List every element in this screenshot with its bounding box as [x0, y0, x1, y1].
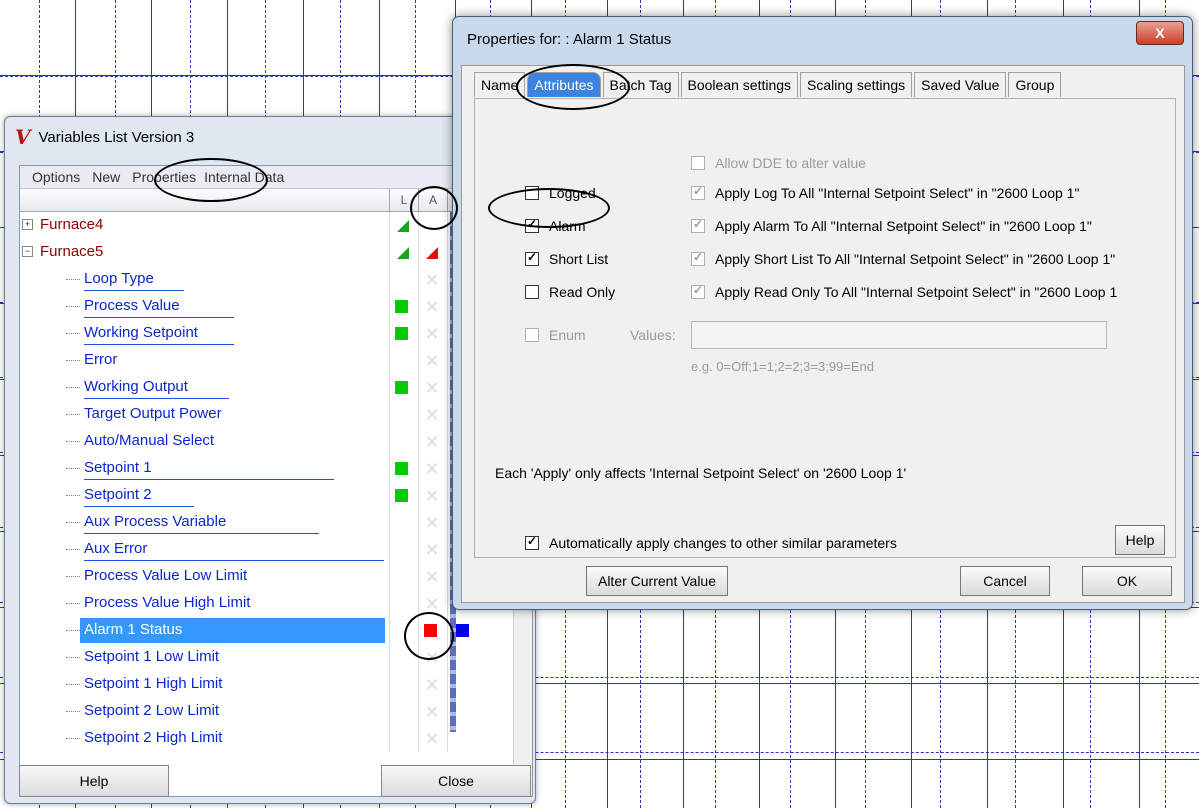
tab-boolean-settings[interactable]: Boolean settings: [680, 72, 799, 97]
alter-current-value-button[interactable]: Alter Current Value: [586, 566, 728, 596]
disabled-x-icon: ✕: [424, 567, 440, 587]
list-item[interactable]: Setpoint 2 ✕: [20, 482, 512, 509]
menu-options[interactable]: Options: [32, 169, 80, 185]
annotation-ring: [488, 188, 610, 228]
annotation-ring: [404, 612, 454, 660]
disabled-x-icon: ✕: [424, 324, 440, 344]
list-item[interactable]: Auto/Manual Select ✕: [20, 428, 512, 455]
tab-saved-value[interactable]: Saved Value: [914, 72, 1007, 97]
logged-on-indicator[interactable]: [395, 327, 408, 340]
disabled-x-icon: ✕: [424, 540, 440, 560]
close-icon[interactable]: X: [1136, 21, 1184, 45]
short-list-checkbox[interactable]: Short List: [525, 250, 608, 267]
list-item[interactable]: Error ✕: [20, 347, 512, 374]
menu-new[interactable]: New: [92, 169, 120, 185]
window-title: Variables List Version 3: [38, 128, 195, 146]
variables-tree: + Furnace4 − Furnace5 Loop Type ✕ Proces…: [20, 212, 512, 752]
close-button[interactable]: Close: [381, 765, 531, 797]
list-item[interactable]: Process Value ✕: [20, 293, 512, 320]
alarm-indicator-icon: [426, 247, 438, 259]
list-item[interactable]: Aux Error ✕: [20, 536, 512, 563]
disabled-x-icon: ✕: [424, 459, 440, 479]
apply-short-list-checkbox[interactable]: Apply Short List To All "Internal Setpoi…: [691, 250, 1115, 267]
list-item[interactable]: Loop Type ✕: [20, 266, 512, 293]
group-label: Furnace5: [40, 243, 104, 260]
apply-alarm-checkbox[interactable]: Apply Alarm To All "Internal Setpoint Se…: [691, 217, 1092, 234]
annotation-ring: [516, 64, 630, 110]
tree-group-furnace5[interactable]: − Furnace5: [20, 239, 512, 266]
logged-on-indicator[interactable]: [395, 381, 408, 394]
tab-scaling-settings[interactable]: Scaling settings: [800, 72, 913, 97]
enum-checkbox[interactable]: Enum: [525, 327, 586, 343]
disabled-x-icon: ✕: [424, 729, 440, 749]
disabled-x-icon: ✕: [424, 594, 440, 614]
dialog-body: Name Attributes Batch Tag Boolean settin…: [461, 65, 1185, 603]
disabled-x-icon: ✕: [424, 702, 440, 722]
collapse-icon[interactable]: −: [22, 246, 33, 257]
expand-icon[interactable]: +: [22, 219, 33, 230]
list-item[interactable]: Working Setpoint ✕: [20, 320, 512, 347]
logged-on-indicator[interactable]: [395, 462, 408, 475]
app-logo-icon: V: [15, 125, 31, 149]
logged-indicator-icon: [397, 220, 409, 232]
disabled-x-icon: ✕: [424, 405, 440, 425]
apply-log-checkbox[interactable]: Apply Log To All "Internal Setpoint Sele…: [691, 184, 1079, 201]
values-label: Values:: [630, 327, 676, 343]
list-item[interactable]: Setpoint 2 Low Limit ✕: [20, 698, 512, 725]
help-button[interactable]: Help: [19, 765, 169, 797]
annotation-ring: [154, 158, 268, 202]
values-hint: e.g. 0=Off;1=1;2=2;3=3;99=End: [691, 359, 875, 374]
variables-button-bar: Help Close: [19, 765, 531, 797]
read-only-checkbox[interactable]: Read Only: [525, 284, 615, 300]
disabled-x-icon: ✕: [424, 513, 440, 533]
disabled-x-icon: ✕: [424, 675, 440, 695]
ok-button[interactable]: OK: [1082, 566, 1172, 596]
list-item[interactable]: Working Output ✕: [20, 374, 512, 401]
attributes-panel: Allow DDE to alter value Logged Apply Lo…: [474, 98, 1176, 558]
logged-on-indicator[interactable]: [395, 489, 408, 502]
apply-note: Each 'Apply' only affects 'Internal Setp…: [495, 465, 907, 481]
disabled-x-icon: ✕: [424, 297, 440, 317]
logged-on-indicator[interactable]: [395, 300, 408, 313]
tab-group[interactable]: Group: [1008, 72, 1062, 97]
disabled-x-icon: ✕: [424, 351, 440, 371]
help-button[interactable]: Help: [1115, 525, 1165, 555]
apply-read-only-checkbox[interactable]: Apply Read Only To All "Internal Setpoin…: [691, 283, 1117, 300]
list-item[interactable]: Process Value Low Limit ✕: [20, 563, 512, 590]
allow-dde-checkbox[interactable]: Allow DDE to alter value: [691, 155, 866, 171]
auto-apply-checkbox[interactable]: Automatically apply changes to other sim…: [525, 534, 897, 551]
disabled-x-icon: ✕: [424, 378, 440, 398]
cancel-button[interactable]: Cancel: [960, 566, 1050, 596]
values-input[interactable]: [691, 321, 1107, 349]
group-label: Furnace4: [40, 216, 104, 233]
disabled-x-icon: ✕: [424, 270, 440, 290]
list-item[interactable]: Setpoint 1 High Limit ✕: [20, 671, 512, 698]
dialog-title: Properties for: : Alarm 1 Status: [467, 31, 672, 48]
annotation-ring: [410, 186, 458, 230]
logged-indicator-icon: [397, 247, 409, 259]
list-item[interactable]: Setpoint 1 ✕: [20, 455, 512, 482]
list-item[interactable]: Target Output Power ✕: [20, 401, 512, 428]
list-item[interactable]: Aux Process Variable ✕: [20, 509, 512, 536]
disabled-x-icon: ✕: [424, 486, 440, 506]
status-indicator: [456, 624, 469, 637]
list-item[interactable]: Setpoint 2 High Limit ✕: [20, 725, 512, 752]
disabled-x-icon: ✕: [424, 432, 440, 452]
